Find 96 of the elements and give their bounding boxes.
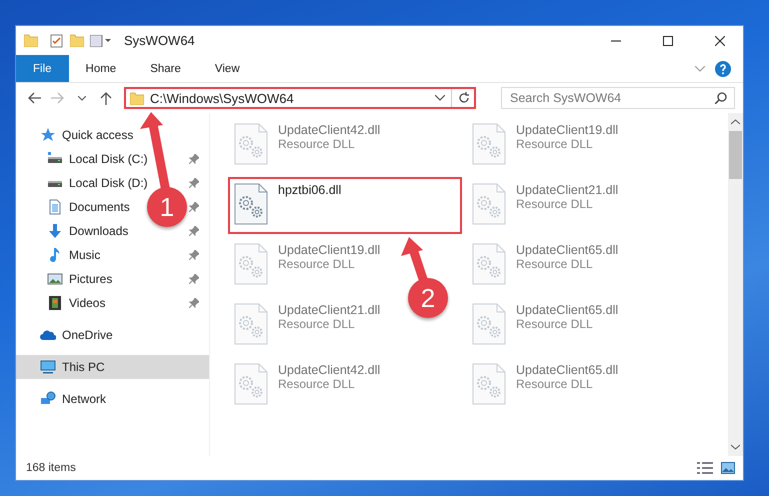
file-item[interactable]: UpdateClient19.dll Resource DLL bbox=[466, 117, 624, 173]
scroll-down-icon[interactable] bbox=[731, 444, 740, 450]
sidebar-item[interactable]: Local Disk (C:) bbox=[16, 147, 150, 171]
callout-badge: 2 bbox=[408, 278, 448, 318]
refresh-icon bbox=[458, 92, 470, 104]
arrow-left-icon bbox=[27, 92, 41, 104]
document-icon bbox=[47, 199, 63, 215]
folder-icon bbox=[130, 92, 144, 104]
search-field[interactable]: Search SysWOW64 bbox=[501, 87, 735, 109]
dll-file-icon bbox=[234, 363, 268, 405]
dll-file-icon bbox=[472, 303, 506, 345]
sidebar-item[interactable]: OneDrive bbox=[16, 323, 115, 347]
file-name: UpdateClient19.dll bbox=[516, 123, 618, 137]
sidebar-item[interactable]: Documents bbox=[16, 195, 132, 219]
file-type: Resource DLL bbox=[516, 197, 594, 211]
file-item[interactable]: UpdateClient21.dll Resource DLL bbox=[466, 177, 624, 233]
ribbon-tab[interactable]: File bbox=[16, 55, 69, 82]
file-item[interactable]: UpdateClient65.dll Resource DLL bbox=[466, 297, 624, 353]
download-icon bbox=[47, 223, 63, 239]
file-item[interactable]: UpdateClient42.dll Resource DLL bbox=[228, 117, 386, 173]
maximize-icon bbox=[663, 36, 673, 46]
file-type: Resource DLL bbox=[278, 377, 356, 391]
scroll-thumb[interactable] bbox=[729, 131, 742, 179]
dll-file-icon bbox=[472, 123, 506, 165]
arrow-up-icon bbox=[100, 91, 112, 105]
star-icon bbox=[40, 127, 56, 143]
address-bar[interactable]: C:\Windows\SysWOW64 bbox=[124, 87, 476, 109]
file-item[interactable]: UpdateClient19.dll Resource DLL bbox=[228, 237, 386, 293]
dll-file-icon bbox=[472, 183, 506, 225]
dll-file-icon bbox=[472, 363, 506, 405]
file-name: UpdateClient42.dll bbox=[278, 123, 380, 137]
file-item[interactable]: UpdateClient65.dll Resource DLL bbox=[466, 357, 624, 413]
pin-icon[interactable] bbox=[189, 274, 199, 284]
file-item[interactable]: UpdateClient21.dll Resource DLL bbox=[228, 297, 386, 353]
file-name: hpztbi06.dll bbox=[278, 183, 342, 197]
file-item[interactable]: hpztbi06.dll bbox=[228, 177, 462, 234]
dll-file-icon bbox=[472, 243, 506, 285]
file-name: UpdateClient65.dll bbox=[516, 363, 618, 377]
help-icon[interactable] bbox=[715, 60, 731, 76]
chevron-down-icon bbox=[435, 95, 445, 101]
file-type: Resource DLL bbox=[516, 377, 594, 391]
scroll-up-icon[interactable] bbox=[731, 119, 740, 125]
file-name: UpdateClient65.dll bbox=[516, 243, 618, 257]
file-type: Resource DLL bbox=[516, 137, 594, 151]
properties-icon[interactable] bbox=[50, 34, 64, 48]
ribbon-tab[interactable]: Share bbox=[133, 55, 198, 82]
chevron-down-icon[interactable] bbox=[695, 66, 705, 72]
pin-icon[interactable] bbox=[189, 226, 199, 236]
dll-file-icon bbox=[234, 303, 268, 345]
file-type: Resource DLL bbox=[278, 257, 356, 271]
close-icon bbox=[715, 36, 725, 46]
search-icon bbox=[715, 92, 727, 104]
pin-icon[interactable] bbox=[189, 178, 199, 188]
file-type: Resource DLL bbox=[278, 137, 356, 151]
file-type: Resource DLL bbox=[516, 257, 594, 271]
sidebar-item[interactable]: This PC bbox=[16, 355, 209, 379]
pin-icon[interactable] bbox=[189, 154, 199, 164]
file-name: UpdateClient42.dll bbox=[278, 363, 380, 377]
customize-toolbar-icon[interactable] bbox=[90, 34, 114, 46]
file-type: Resource DLL bbox=[278, 317, 356, 331]
sidebar-item[interactable]: Downloads bbox=[16, 219, 130, 243]
scrollbar[interactable] bbox=[728, 113, 743, 456]
dll-file-icon bbox=[234, 243, 268, 285]
ribbon-tab[interactable]: Home bbox=[68, 55, 134, 82]
dll-file-icon bbox=[234, 183, 268, 225]
picture-icon bbox=[47, 271, 63, 287]
item-count: 168 items bbox=[26, 462, 76, 474]
file-type: Resource DLL bbox=[516, 317, 594, 331]
sidebar-item[interactable]: Local Disk (D:) bbox=[16, 171, 150, 195]
sidebar-item[interactable]: Music bbox=[16, 243, 102, 267]
sidebar-item[interactable]: Network bbox=[16, 387, 108, 411]
window-title: SysWOW64 bbox=[124, 33, 195, 48]
pin-icon[interactable] bbox=[189, 202, 199, 212]
film-icon bbox=[47, 295, 63, 311]
sidebar-item[interactable]: Quick access bbox=[16, 123, 136, 147]
details-view-icon[interactable] bbox=[697, 462, 713, 474]
dll-file-icon bbox=[234, 123, 268, 165]
new-folder-icon bbox=[70, 34, 84, 47]
file-name: UpdateClient19.dll bbox=[278, 243, 380, 257]
file-item[interactable]: UpdateClient65.dll Resource DLL bbox=[466, 237, 624, 293]
file-item[interactable]: UpdateClient42.dll Resource DLL bbox=[228, 357, 386, 413]
arrow-right-icon bbox=[51, 92, 65, 104]
file-name: UpdateClient65.dll bbox=[516, 303, 618, 317]
sidebar-item[interactable]: Videos bbox=[16, 291, 108, 315]
network-icon bbox=[40, 391, 56, 407]
computer-icon bbox=[40, 359, 56, 375]
file-name: UpdateClient21.dll bbox=[278, 303, 380, 317]
ribbon-tab[interactable]: View bbox=[198, 55, 257, 82]
sidebar-item[interactable]: Pictures bbox=[16, 267, 114, 291]
file-name: UpdateClient21.dll bbox=[516, 183, 618, 197]
chevron-down-icon bbox=[78, 96, 86, 100]
folder-icon bbox=[24, 34, 38, 47]
callout-badge: 1 bbox=[147, 187, 187, 227]
large-icons-view-icon[interactable] bbox=[721, 462, 735, 474]
pin-icon[interactable] bbox=[189, 298, 199, 308]
pin-icon[interactable] bbox=[189, 250, 199, 260]
